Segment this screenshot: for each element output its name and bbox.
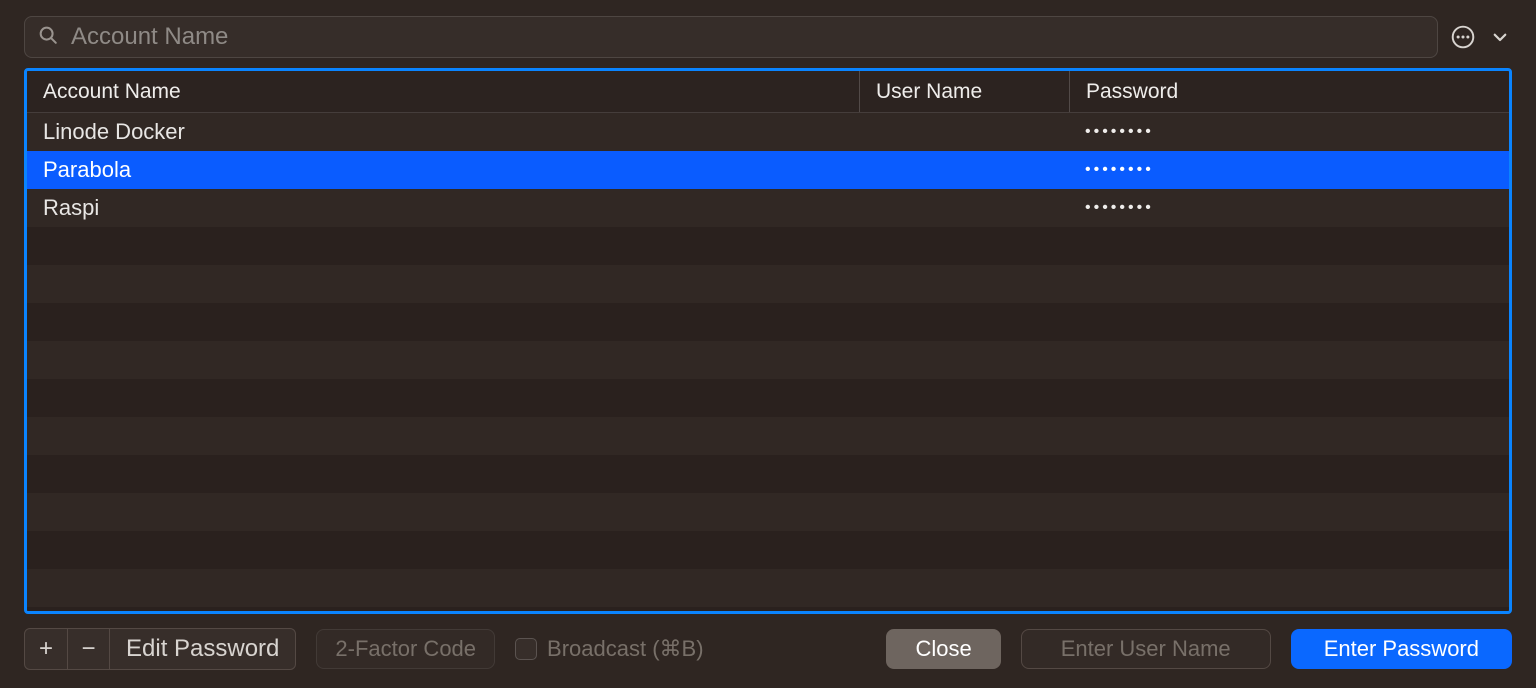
enter-password-button[interactable]: Enter Password (1291, 629, 1512, 669)
cell-account-name: Raspi (27, 195, 859, 221)
table-header: Account Name User Name Password (27, 71, 1509, 113)
broadcast-option[interactable]: Broadcast (⌘B) (515, 636, 704, 662)
dropdown-toggle[interactable] (1488, 16, 1512, 58)
column-user-name[interactable]: User Name (859, 71, 1069, 112)
edit-password-button[interactable]: Edit Password (109, 629, 295, 669)
more-options-button[interactable] (1448, 16, 1478, 58)
edit-segment: + − Edit Password (24, 628, 296, 670)
table-row[interactable]: Linode Docker •••••••• (27, 113, 1509, 151)
table-row[interactable]: Parabola •••••••• (27, 151, 1509, 189)
user-name-input[interactable]: Enter User Name (1021, 629, 1271, 669)
cell-account-name: Parabola (27, 157, 859, 183)
cell-account-name: Linode Docker (27, 119, 859, 145)
close-button[interactable]: Close (886, 629, 1000, 669)
remove-account-button[interactable]: − (67, 629, 109, 669)
cell-password: •••••••• (1069, 199, 1509, 217)
table-body[interactable]: Linode Docker••••••••Parabola••••••••Ras… (27, 113, 1509, 611)
footer-toolbar: + − Edit Password 2-Factor Code Broadcas… (0, 614, 1536, 688)
broadcast-checkbox[interactable] (515, 638, 537, 660)
accounts-table[interactable]: Account Name User Name Password Linode D… (24, 68, 1512, 614)
add-account-button[interactable]: + (25, 629, 67, 669)
two-factor-code-button[interactable]: 2-Factor Code (316, 629, 495, 669)
cell-password: •••••••• (1069, 161, 1509, 179)
search-field[interactable] (24, 16, 1438, 58)
search-row (0, 0, 1536, 68)
table-row[interactable]: Raspi •••••••• (27, 189, 1509, 227)
search-icon (37, 24, 59, 51)
column-account-name[interactable]: Account Name (27, 71, 859, 112)
password-manager-dialog: Account Name User Name Password Linode D… (0, 0, 1536, 688)
search-input[interactable] (69, 22, 1425, 52)
cell-password: •••••••• (1069, 123, 1509, 141)
broadcast-label: Broadcast (⌘B) (547, 636, 704, 662)
column-password[interactable]: Password (1069, 71, 1509, 112)
